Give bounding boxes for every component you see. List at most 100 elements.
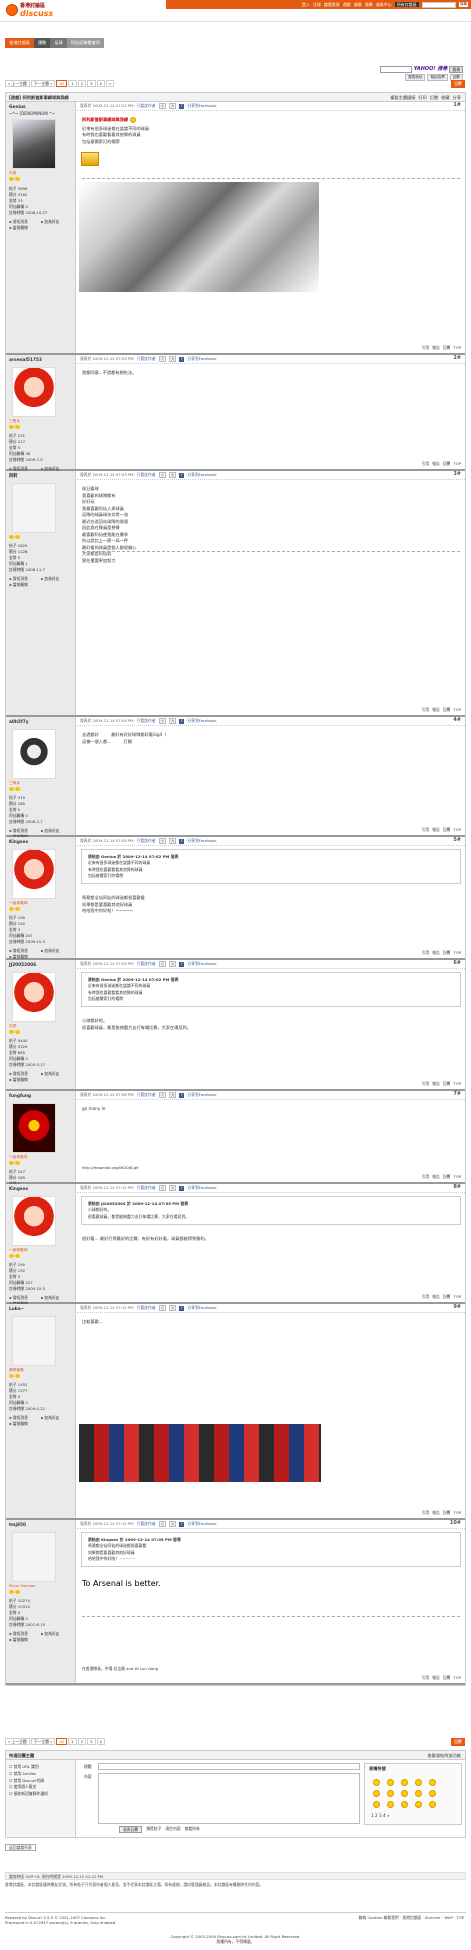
report-button[interactable]: 報告 bbox=[432, 707, 440, 712]
report-button[interactable]: 報告 bbox=[432, 345, 440, 350]
forum-select[interactable]: 所有討論區 bbox=[394, 1, 419, 8]
smiley-icon[interactable] bbox=[415, 1800, 422, 1808]
next-thread-link[interactable]: 下一主題 » bbox=[30, 80, 56, 88]
top-button[interactable]: TOP bbox=[453, 461, 461, 466]
page-3-bottom[interactable]: 3 bbox=[87, 1738, 96, 1746]
font-size-button[interactable]: 小 bbox=[158, 717, 166, 725]
quote-button[interactable]: 引用 bbox=[422, 950, 430, 955]
top-button[interactable]: TOP bbox=[453, 345, 461, 350]
smiley-icon[interactable] bbox=[401, 1789, 408, 1797]
font-size-button[interactable]: 大 bbox=[168, 355, 177, 363]
quote-button[interactable]: 引用 bbox=[422, 827, 430, 832]
font-size-button[interactable]: 大 bbox=[168, 1304, 177, 1312]
username[interactable]: arsenal51753 bbox=[9, 358, 72, 364]
font-size-button[interactable]: 大 bbox=[168, 837, 177, 845]
avatar[interactable] bbox=[12, 366, 56, 417]
user-action-1[interactable]: 加為好友 bbox=[41, 576, 73, 581]
breadcrumb-football[interactable]: 足球 bbox=[50, 38, 67, 48]
facebook-icon[interactable]: f bbox=[179, 472, 185, 478]
reply-post-button[interactable]: 回覆 bbox=[443, 707, 451, 712]
facebook-icon[interactable]: f bbox=[179, 1185, 185, 1191]
user-action-0[interactable]: 發短消息 bbox=[9, 576, 41, 581]
user-action-1[interactable]: 加為好友 bbox=[41, 219, 73, 224]
title-input[interactable] bbox=[98, 1763, 360, 1770]
quote-button[interactable]: 引用 bbox=[422, 1081, 430, 1086]
opt-email-notify[interactable]: 接收新回復郵件通知 bbox=[9, 1791, 72, 1798]
view-author-link[interactable]: 只看該作者 bbox=[137, 1305, 156, 1310]
quote-button[interactable]: 引用 bbox=[422, 1294, 430, 1299]
top-search-input[interactable] bbox=[421, 1, 456, 8]
reply-post-button[interactable]: 回覆 bbox=[443, 1675, 451, 1680]
facebook-icon[interactable]: f bbox=[179, 1521, 185, 1527]
avatar[interactable] bbox=[12, 119, 56, 170]
user-action-0[interactable]: 發短消息 bbox=[9, 1631, 41, 1636]
view-author-link[interactable]: 只看該作者 bbox=[137, 472, 156, 477]
font-size-button[interactable]: 小 bbox=[158, 1184, 166, 1192]
share-facebook-link[interactable]: 分享到Facebook bbox=[187, 103, 216, 108]
font-size-button[interactable]: 大 bbox=[168, 717, 177, 725]
report-button[interactable]: 報告 bbox=[432, 827, 440, 832]
top-button[interactable]: TOP bbox=[453, 707, 461, 712]
opt-disable-code[interactable]: 禁用 Discuz!代碼 bbox=[9, 1778, 72, 1785]
facebook-icon[interactable]: f bbox=[179, 356, 185, 362]
quote-button[interactable]: 引用 bbox=[422, 1675, 430, 1680]
subscribe-link[interactable]: 訂閱 bbox=[430, 93, 438, 102]
view-author-link[interactable]: 只看該作者 bbox=[137, 356, 156, 361]
view-author-link[interactable]: 只看該作者 bbox=[137, 1521, 156, 1526]
page-2-bottom[interactable]: 2 bbox=[77, 1738, 87, 1746]
user-action-0[interactable]: 發短消息 bbox=[9, 1415, 41, 1420]
facebook-icon[interactable]: f bbox=[179, 1305, 185, 1311]
font-size-button[interactable]: 小 bbox=[158, 960, 166, 968]
opt-use-signature[interactable]: 使用個人簽名 bbox=[9, 1784, 72, 1791]
user-action-2[interactable]: 當前離線 bbox=[9, 954, 41, 959]
prev-thread-link-bottom[interactable]: « 上一主題 bbox=[5, 1738, 30, 1746]
smiley-icon[interactable] bbox=[401, 1800, 408, 1808]
share-facebook-link[interactable]: 分享到Facebook bbox=[187, 1092, 216, 1097]
nav-login[interactable]: 登入 bbox=[302, 2, 310, 7]
site-logo[interactable]: 香港討論區 discuss bbox=[6, 2, 64, 19]
breadcrumb-sport[interactable]: 運動 bbox=[33, 38, 51, 48]
smiley-icon[interactable] bbox=[373, 1789, 380, 1797]
reply-post-button[interactable]: 回覆 bbox=[443, 461, 451, 466]
share-facebook-link[interactable]: 分享到Facebook bbox=[187, 356, 216, 361]
avatar[interactable] bbox=[12, 1102, 56, 1153]
smiley-icon[interactable] bbox=[387, 1800, 394, 1808]
top-search-button[interactable]: 搜尋 bbox=[458, 2, 468, 7]
user-action-1[interactable]: 加為好友 bbox=[41, 1295, 73, 1300]
font-size-button[interactable]: 小 bbox=[158, 1304, 166, 1312]
avatar[interactable] bbox=[12, 1315, 56, 1366]
prev-thread-link[interactable]: « 上一主題 bbox=[5, 80, 30, 88]
font-size-button[interactable]: 大 bbox=[168, 1184, 177, 1192]
facebook-icon[interactable]: f bbox=[179, 718, 185, 724]
user-action-2[interactable]: 當前離線 bbox=[9, 1077, 41, 1082]
font-size-button[interactable]: 小 bbox=[158, 102, 166, 110]
report-button[interactable]: 報告 bbox=[432, 1675, 440, 1680]
smilies-pager[interactable]: 1 2 3 4 » bbox=[365, 1813, 461, 1819]
top-button[interactable]: TOP bbox=[453, 950, 461, 955]
preview-link[interactable]: 預覽帖子 bbox=[146, 1826, 161, 1833]
username[interactable]: fungfung bbox=[9, 1094, 72, 1100]
reply-button[interactable]: 回覆 bbox=[451, 80, 465, 88]
quote-button[interactable]: 引用 bbox=[422, 707, 430, 712]
content-textarea[interactable] bbox=[98, 1773, 360, 1824]
reply-button-bottom[interactable]: 回覆 bbox=[451, 1738, 465, 1746]
nav-register[interactable]: 注冊 bbox=[313, 2, 321, 7]
reply-post-button[interactable]: 回覆 bbox=[443, 1510, 451, 1515]
quote-button[interactable]: 引用 bbox=[422, 345, 430, 350]
smiley-icon[interactable] bbox=[429, 1800, 436, 1808]
username[interactable]: JJ2005200S bbox=[9, 963, 72, 969]
share-facebook-link[interactable]: 分享到Facebook bbox=[187, 961, 216, 966]
view-author-link[interactable]: 只看該作者 bbox=[137, 718, 156, 723]
top-button[interactable]: TOP bbox=[453, 1510, 461, 1515]
page-next[interactable]: » bbox=[105, 80, 115, 88]
yahoo-search-button[interactable]: 搜尋 bbox=[449, 66, 463, 74]
breadcrumb-forum[interactable]: 阿仙奴聯繫會所 bbox=[66, 38, 105, 48]
opt-disable-smilies[interactable]: 禁用 Smilies bbox=[9, 1771, 72, 1778]
view-all-link[interactable]: 查看所有 bbox=[185, 1826, 200, 1833]
user-action-2[interactable]: 當前離線 bbox=[9, 225, 41, 230]
share-facebook-link[interactable]: 分享到Facebook bbox=[187, 472, 216, 477]
view-author-link[interactable]: 只看該作者 bbox=[137, 1185, 156, 1190]
font-size-button[interactable]: 大 bbox=[168, 1091, 177, 1099]
avatar[interactable] bbox=[12, 848, 56, 899]
print-link[interactable]: 打印 bbox=[418, 93, 426, 102]
